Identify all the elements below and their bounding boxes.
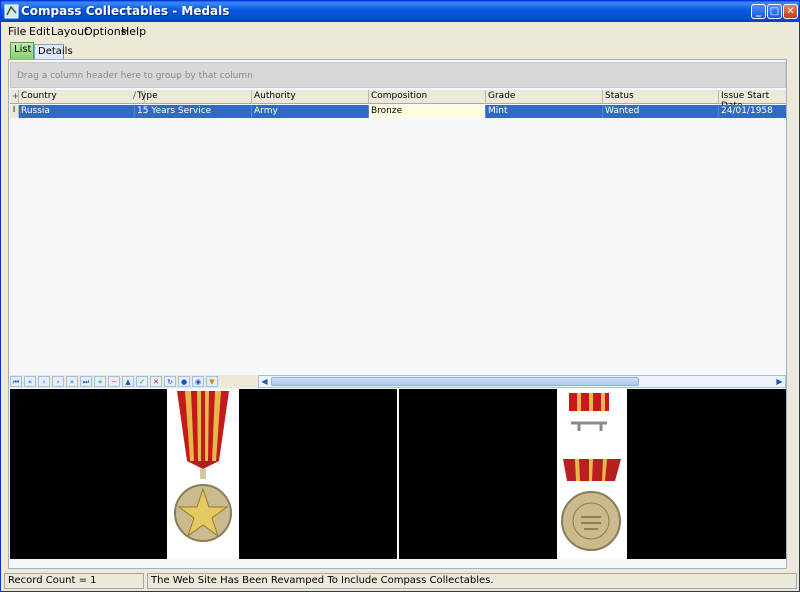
nav-goto-bookmark-icon[interactable]: ◉: [192, 376, 204, 387]
menu-layout[interactable]: Layout: [51, 25, 88, 38]
column-header-country[interactable]: Country /: [19, 90, 145, 104]
cell-type[interactable]: 15 Years Service: [135, 105, 252, 118]
scrollbar-thumb[interactable]: [271, 377, 639, 386]
nav-post-icon[interactable]: ✓: [136, 376, 148, 387]
column-header-grade[interactable]: Grade: [486, 90, 603, 104]
table-row[interactable]: I Russia 15 Years Service Army Bronze Mi…: [10, 105, 786, 118]
medal-back-image: [557, 389, 627, 559]
header-corner[interactable]: [10, 90, 19, 104]
group-by-area[interactable]: Drag a column header here to group by th…: [10, 62, 786, 88]
app-icon[interactable]: [4, 4, 19, 19]
grid-body[interactable]: [10, 118, 786, 373]
horizontal-scrollbar[interactable]: ◀ ▶: [258, 375, 786, 388]
cell-status[interactable]: Wanted: [603, 105, 719, 118]
nav-prev-button[interactable]: ‹: [38, 376, 50, 387]
nav-edit-icon[interactable]: ▲: [122, 376, 134, 387]
nav-cancel-icon[interactable]: ✕: [150, 376, 162, 387]
nav-first-button[interactable]: ⏮: [10, 376, 22, 387]
menu-bar: File Edit Layout Options Help: [1, 22, 799, 40]
nav-prev-page-button[interactable]: «: [24, 376, 36, 387]
menu-help[interactable]: Help: [121, 25, 146, 38]
column-header-status[interactable]: Status: [603, 90, 719, 104]
nav-filter-icon[interactable]: ▼: [206, 376, 218, 387]
nav-next-page-button[interactable]: »: [66, 376, 78, 387]
image-front[interactable]: [10, 389, 397, 559]
status-bar: Record Count = 1 The Web Site Has Been R…: [1, 571, 799, 591]
menu-file[interactable]: File: [8, 25, 26, 38]
nav-next-button[interactable]: ›: [52, 376, 64, 387]
cell-composition[interactable]: Bronze: [369, 105, 486, 118]
nav-bookmark-icon[interactable]: ●: [178, 376, 190, 387]
grid-header: Country / Type Authority Composition Gra…: [10, 90, 786, 111]
nav-refresh-icon[interactable]: ↻: [164, 376, 176, 387]
column-header-composition[interactable]: Composition: [369, 90, 486, 104]
tab-details[interactable]: Details: [34, 44, 73, 60]
menu-edit[interactable]: Edit: [29, 25, 50, 38]
maximize-button[interactable]: □: [767, 4, 782, 19]
cell-country[interactable]: Russia: [19, 105, 135, 118]
cell-grade[interactable]: Mint: [486, 105, 603, 118]
row-indicator: I: [10, 105, 19, 118]
column-header-issue-start-date[interactable]: Issue Start Date: [719, 90, 786, 111]
status-message: The Web Site Has Been Revamped To Includ…: [147, 573, 797, 589]
cell-authority[interactable]: Army: [252, 105, 369, 118]
close-button[interactable]: ✕: [783, 4, 798, 19]
title-bar[interactable]: Compass Collectables - Medals _ □ ✕: [1, 1, 799, 22]
scroll-right-icon[interactable]: ▶: [774, 376, 785, 387]
window-title: Compass Collectables - Medals: [21, 4, 230, 18]
scroll-left-icon[interactable]: ◀: [259, 376, 270, 387]
minimize-button[interactable]: _: [751, 4, 766, 19]
record-count: Record Count = 1: [4, 573, 144, 589]
app-window: Compass Collectables - Medals _ □ ✕ File…: [0, 0, 800, 592]
nav-delete-icon[interactable]: −: [108, 376, 120, 387]
column-header-type[interactable]: Type: [135, 90, 252, 104]
group-hint: Drag a column header here to group by th…: [17, 71, 253, 81]
nav-last-button[interactable]: ⏭: [80, 376, 92, 387]
medal-front-image: [167, 389, 239, 559]
column-header-authority[interactable]: Authority: [252, 90, 369, 104]
expand-icon: [13, 93, 18, 99]
nav-insert-icon[interactable]: +: [94, 376, 106, 387]
cell-issue-start-date[interactable]: 24/01/1958: [719, 105, 786, 118]
tab-list[interactable]: List: [10, 42, 34, 60]
image-back[interactable]: [399, 389, 786, 559]
